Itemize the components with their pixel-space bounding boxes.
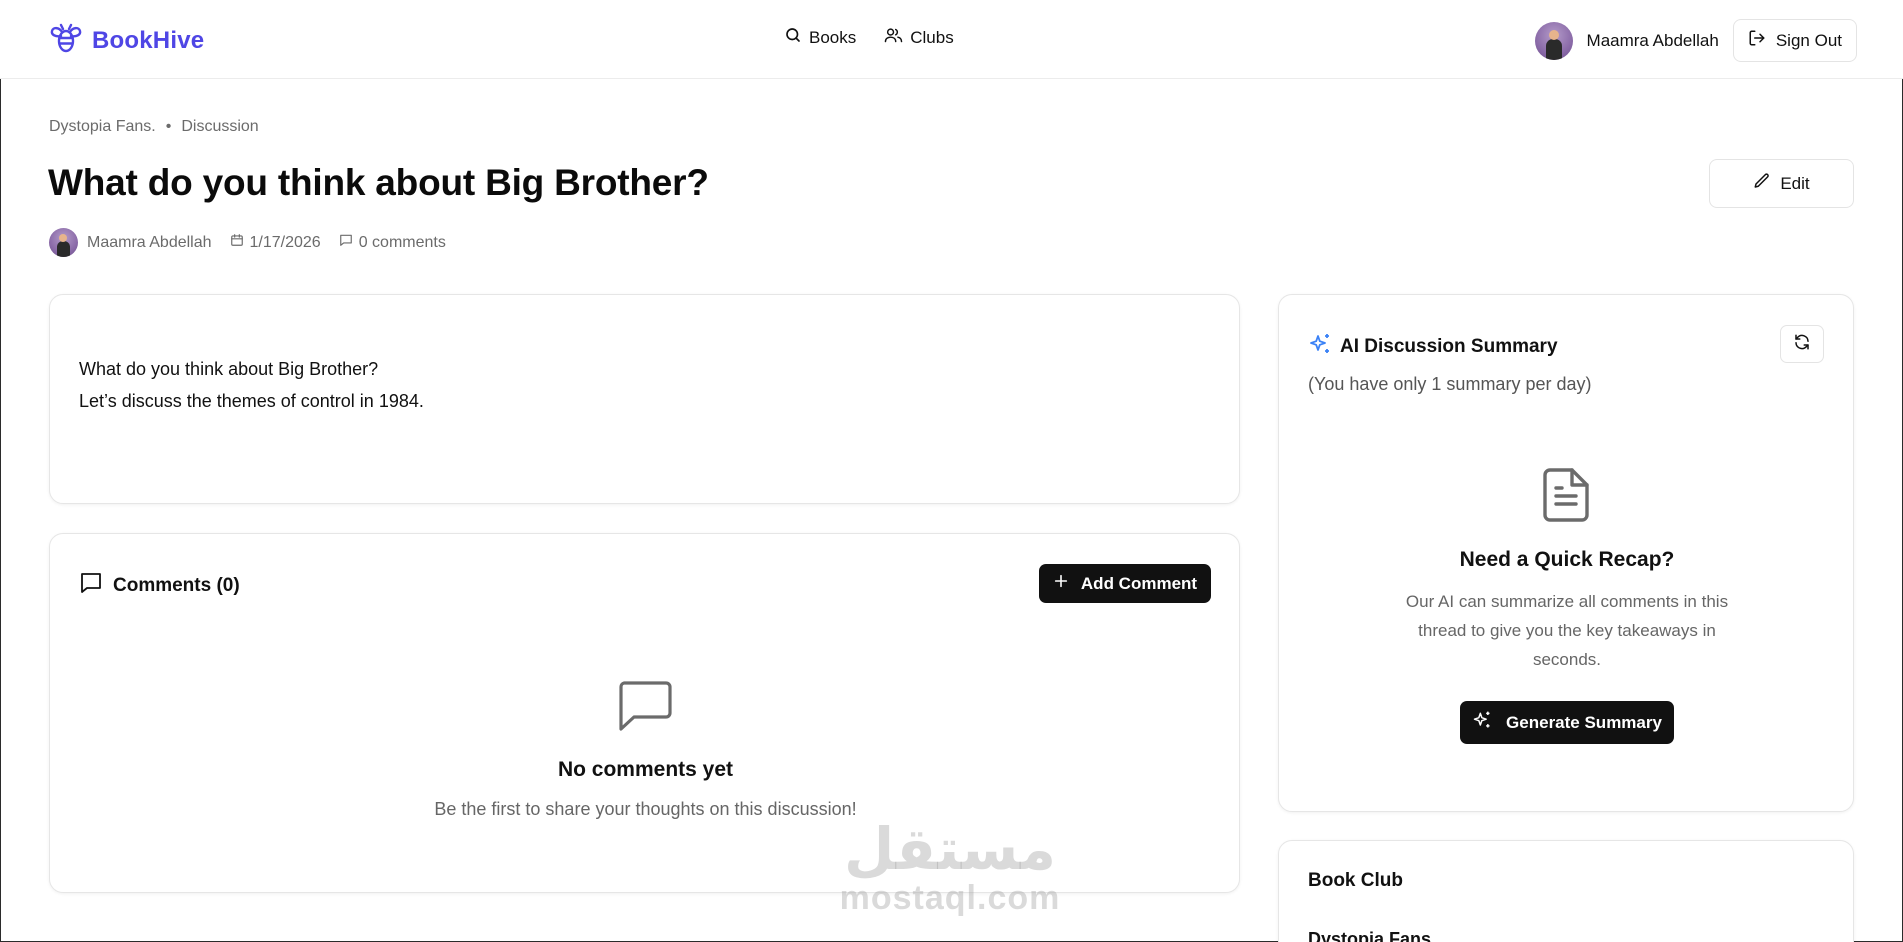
body-line: Let’s discuss the themes of control in 1…	[79, 391, 424, 411]
log-out-icon	[1748, 29, 1766, 52]
empty-state-title: No comments yet	[557, 758, 734, 781]
ai-summary-limit-note: (You have only 1 summary per day)	[1308, 374, 1592, 394]
user-area: Maamra Abdellah Sign Out	[1534, 19, 1857, 62]
bee-logo-icon	[48, 20, 84, 61]
discussion-meta: Maamra Abdellah 1/17/2026 0 comments	[49, 228, 446, 257]
nav-item-clubs[interactable]: Clubs	[884, 26, 954, 49]
breadcrumb-separator: •	[165, 118, 172, 135]
plus-icon	[1053, 573, 1069, 594]
ai-summary-header: AI Discussion Summary	[1308, 332, 1558, 362]
users-icon	[884, 26, 903, 49]
empty-comments-icon	[616, 678, 674, 739]
discussion-body-card: What do you think about Big Brother? Let…	[49, 294, 1240, 504]
author-name: Maamra Abdellah	[87, 233, 212, 251]
breadcrumb: Dystopia Fans. • Discussion	[49, 118, 259, 136]
search-icon	[784, 26, 802, 49]
generate-summary-label: Generate Summary	[1506, 712, 1662, 732]
author-avatar	[49, 228, 78, 257]
breadcrumb-current: Discussion	[181, 118, 259, 135]
body-line: What do you think about Big Brother?	[79, 359, 379, 379]
edit-button[interactable]: Edit	[1709, 159, 1854, 208]
ai-summary-title: AI Discussion Summary	[1340, 336, 1558, 357]
empty-state-subtitle: Be the first to share your thoughts on t…	[434, 799, 857, 819]
add-comment-button[interactable]: Add Comment	[1039, 564, 1211, 603]
nav-item-books[interactable]: Books	[784, 26, 856, 49]
generate-summary-button[interactable]: Generate Summary	[1460, 701, 1674, 744]
pencil-icon	[1753, 172, 1771, 195]
recap-title: Need a Quick Recap?	[1459, 548, 1675, 571]
sign-out-button[interactable]: Sign Out	[1732, 19, 1857, 62]
message-square-icon	[79, 571, 103, 601]
main-nav: Books Clubs	[784, 26, 954, 49]
recap-description: Our AI can summarize all comments in thi…	[1405, 592, 1729, 669]
calendar-icon	[230, 233, 244, 252]
page-title: What do you think about Big Brother?	[48, 162, 709, 203]
book-club-heading: Book Club	[1308, 870, 1403, 891]
meta-date: 1/17/2026	[230, 233, 321, 252]
comments-card: Comments (0) Add Comment No comments yet…	[49, 533, 1240, 893]
nav-item-label: Clubs	[910, 27, 954, 47]
comments-count: 0 comments	[358, 233, 446, 251]
file-text-icon	[1540, 466, 1592, 529]
meta-author: Maamra Abdellah	[49, 228, 212, 257]
meta-comments: 0 comments	[339, 233, 446, 252]
logo[interactable]: BookHive	[48, 20, 204, 61]
book-club-link[interactable]: Dystopia Fans	[1308, 929, 1431, 942]
avatar[interactable]	[1534, 21, 1573, 60]
comment-icon	[339, 233, 353, 252]
refresh-icon	[1793, 333, 1811, 356]
user-name: Maamra Abdellah	[1586, 30, 1719, 50]
comments-header: Comments (0)	[79, 571, 240, 601]
add-comment-label: Add Comment	[1080, 573, 1198, 593]
refresh-button[interactable]	[1780, 325, 1824, 363]
top-navbar: BookHive Books Clubs Maamra Abdellah Sig…	[0, 0, 1903, 79]
book-club-card: Book Club Dystopia Fans	[1278, 840, 1854, 942]
discussion-body: What do you think about Big Brother? Let…	[79, 353, 424, 417]
ai-summary-card: AI Discussion Summary (You have only 1 s…	[1278, 294, 1854, 812]
breadcrumb-club-link[interactable]: Dystopia Fans.	[49, 118, 156, 136]
post-date: 1/17/2026	[249, 233, 321, 251]
comments-title: Comments (0)	[113, 575, 240, 596]
sign-out-label: Sign Out	[1775, 30, 1842, 50]
app-name: BookHive	[92, 26, 205, 54]
edit-label: Edit	[1780, 173, 1810, 193]
sparkles-icon	[1472, 710, 1492, 735]
sparkles-icon	[1308, 332, 1332, 362]
nav-item-label: Books	[809, 27, 857, 47]
